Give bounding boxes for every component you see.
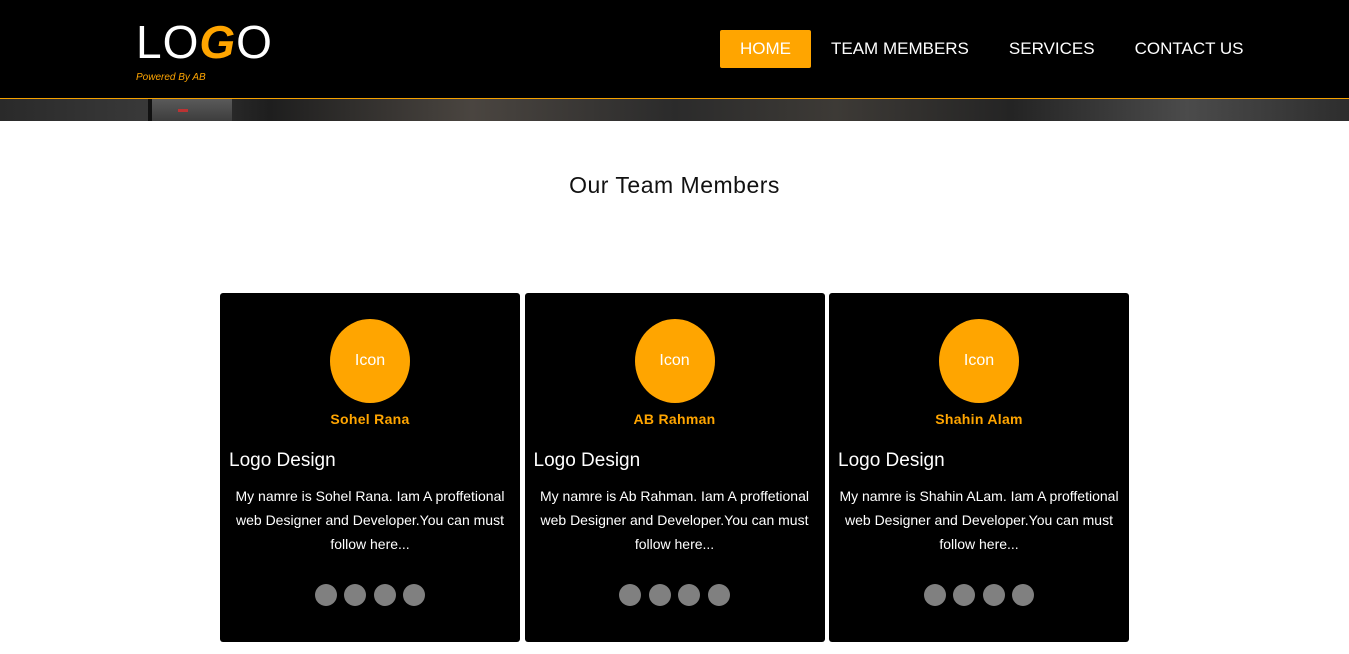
- site-header: LOGO Powered By AB HOME TEAM MEMBERS SER…: [0, 0, 1349, 99]
- team-member-card: Icon Sohel Rana Logo Design My namre is …: [220, 293, 520, 642]
- hero-image-strip: [0, 99, 1349, 121]
- main-nav: HOME TEAM MEMBERS SERVICES CONTACT US: [720, 30, 1264, 68]
- logo-text-accent: G: [199, 16, 237, 68]
- member-bio: My namre is Ab Rahman. Iam A proffetiona…: [540, 488, 809, 552]
- section-title: Our Team Members: [569, 172, 780, 198]
- social-icon[interactable]: [953, 584, 976, 606]
- social-icon[interactable]: [403, 584, 426, 606]
- social-icon[interactable]: [314, 584, 337, 606]
- member-avatar-icon: Icon: [634, 319, 715, 403]
- avatar-label: Icon: [354, 352, 386, 369]
- hero-monitor-image: [148, 99, 232, 121]
- social-links: [525, 584, 825, 606]
- social-icon[interactable]: [982, 584, 1005, 606]
- team-cards: Icon Sohel Rana Logo Design My namre is …: [220, 293, 1134, 642]
- member-role: Logo Design: [533, 450, 641, 471]
- nav-home-link[interactable]: HOME: [720, 30, 811, 68]
- nav-team-members-link[interactable]: TEAM MEMBERS: [811, 30, 989, 68]
- member-role: Logo Design: [838, 450, 945, 471]
- nav-contact-link[interactable]: CONTACT US: [1115, 30, 1264, 68]
- avatar-label: Icon: [963, 352, 995, 369]
- logo[interactable]: LOGO Powered By AB: [136, 18, 273, 83]
- social-links: [220, 584, 520, 606]
- social-icon[interactable]: [923, 584, 946, 606]
- team-member-card: Icon AB Rahman Logo Design My namre is A…: [524, 293, 825, 642]
- member-role: Logo Design: [229, 450, 336, 471]
- social-icon[interactable]: [619, 584, 642, 606]
- nav-services-link[interactable]: SERVICES: [989, 30, 1115, 68]
- member-name: Shahin Alam: [935, 411, 1023, 427]
- member-bio: My namre is Sohel Rana. Iam A proffetion…: [235, 488, 505, 552]
- social-icon[interactable]: [344, 584, 367, 606]
- logo-text-start: LO: [136, 16, 200, 68]
- avatar-label: Icon: [659, 352, 690, 369]
- social-icon[interactable]: [707, 584, 730, 606]
- social-icon[interactable]: [373, 584, 396, 606]
- member-name: Sohel Rana: [330, 411, 410, 427]
- logo-text-end: O: [236, 16, 273, 68]
- social-icon[interactable]: [678, 584, 701, 606]
- member-avatar-icon: Icon: [939, 319, 1019, 403]
- logo-wordmark: LOGO: [136, 18, 273, 66]
- social-links: [829, 584, 1129, 606]
- social-icon[interactable]: [1012, 584, 1035, 606]
- member-avatar-icon: Icon: [330, 319, 410, 403]
- logo-tagline: Powered By AB: [136, 72, 206, 83]
- social-icon[interactable]: [648, 584, 671, 606]
- member-name: AB Rahman: [633, 411, 716, 427]
- team-member-card: Icon Shahin Alam Logo Design My namre is…: [829, 293, 1129, 642]
- member-bio: My namre is Shahin ALam. Iam A proffetio…: [839, 488, 1119, 552]
